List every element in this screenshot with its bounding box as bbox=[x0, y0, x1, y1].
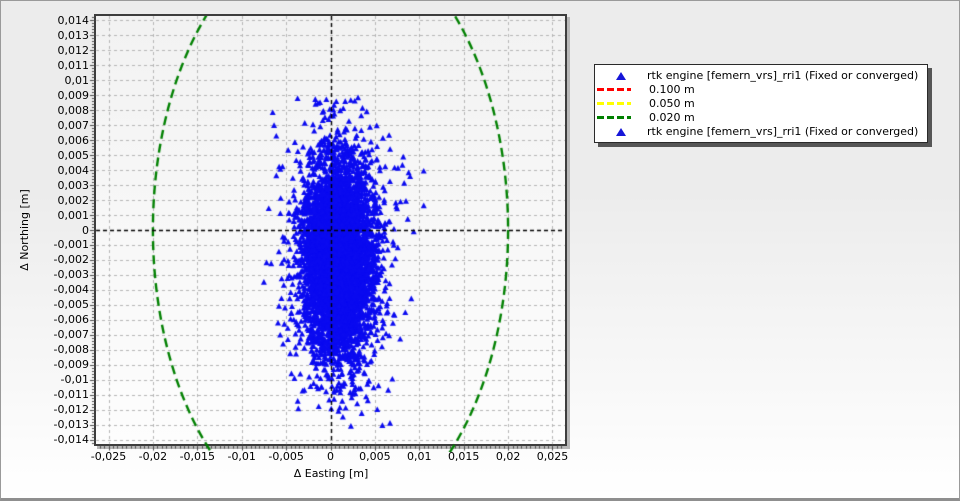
legend-marker bbox=[595, 88, 649, 91]
y-tick-label: -0,012 bbox=[53, 403, 89, 417]
legend-marker bbox=[595, 71, 647, 80]
legend-item: rtk engine [femern_vrs]_rri1 (Fixed or c… bbox=[595, 125, 918, 138]
y-tick-label: -0,01 bbox=[60, 373, 89, 387]
triangle-marker-icon bbox=[616, 127, 626, 136]
y-tick-label: 0,01 bbox=[64, 73, 90, 87]
legend-item: 0.100 m bbox=[595, 83, 918, 96]
y-tick-label: 0,001 bbox=[57, 208, 90, 222]
x-axis-title: Δ Easting [m] bbox=[293, 467, 369, 480]
y-tick-label: -0,002 bbox=[53, 253, 89, 267]
dashed-line-icon bbox=[597, 88, 631, 91]
y-tick-label: 0,005 bbox=[57, 148, 90, 162]
y-axis-title: Δ Northing [m] bbox=[18, 189, 31, 271]
y-tick-label: 0,013 bbox=[57, 28, 90, 42]
y-tick-label: 0,009 bbox=[57, 88, 90, 102]
y-tick-label: -0,011 bbox=[53, 388, 89, 402]
y-tick-label: -0,014 bbox=[53, 433, 89, 447]
legend-item: rtk engine [femern_vrs]_rri1 (Fixed or c… bbox=[595, 69, 918, 82]
y-tick-label: -0,005 bbox=[53, 298, 89, 312]
dashed-line-icon bbox=[597, 102, 631, 105]
legend-label: rtk engine [femern_vrs]_rri1 (Fixed or c… bbox=[647, 125, 919, 138]
triangle-marker-icon bbox=[616, 71, 626, 80]
y-tick-label: -0,009 bbox=[53, 358, 89, 372]
y-tick-label: -0,006 bbox=[53, 313, 89, 327]
y-tick-label: 0,012 bbox=[57, 43, 90, 57]
legend-label: 0.100 m bbox=[649, 83, 695, 96]
dashed-line-icon bbox=[597, 116, 631, 119]
plot-canvas[interactable] bbox=[88, 16, 565, 452]
y-tick-label: -0,003 bbox=[53, 268, 89, 282]
y-tick-label: 0 bbox=[82, 223, 89, 237]
y-tick-label: -0,013 bbox=[53, 418, 89, 432]
legend-label: 0.050 m bbox=[649, 97, 695, 110]
y-tick-label: -0,007 bbox=[53, 328, 89, 342]
chart-panel: 0,014 0,013 0,012 0,011 0,01 0,009 0,008 0,007 0… bbox=[0, 0, 960, 501]
y-tick-label: -0,001 bbox=[53, 238, 89, 252]
legend-item: 0.050 m bbox=[595, 97, 918, 110]
y-tick-label: 0,003 bbox=[57, 178, 90, 192]
legend-label: rtk engine [femern_vrs]_rri1 (Fixed or c… bbox=[647, 69, 919, 82]
y-tick-label: 0,006 bbox=[57, 133, 90, 147]
y-tick-label: 0,011 bbox=[57, 58, 90, 72]
y-tick-label: 0,007 bbox=[57, 118, 90, 132]
y-tick-label: -0,008 bbox=[53, 343, 89, 357]
legend-marker bbox=[595, 116, 649, 119]
legend-box: rtk engine [femern_vrs]_rri1 (Fixed or c… bbox=[594, 64, 929, 143]
legend-label: 0.020 m bbox=[649, 111, 695, 124]
y-tick-label: 0,002 bbox=[57, 193, 90, 207]
x-tick-label: 0,025 bbox=[536, 450, 569, 463]
y-tick-label: -0,004 bbox=[53, 283, 89, 297]
legend-marker bbox=[595, 127, 647, 136]
y-tick-label: 0,004 bbox=[57, 163, 90, 177]
y-tick-label: 0,014 bbox=[57, 13, 90, 27]
legend-marker bbox=[595, 102, 649, 105]
legend-item: 0.020 m bbox=[595, 111, 918, 124]
y-tick-label: 0,008 bbox=[57, 103, 90, 117]
